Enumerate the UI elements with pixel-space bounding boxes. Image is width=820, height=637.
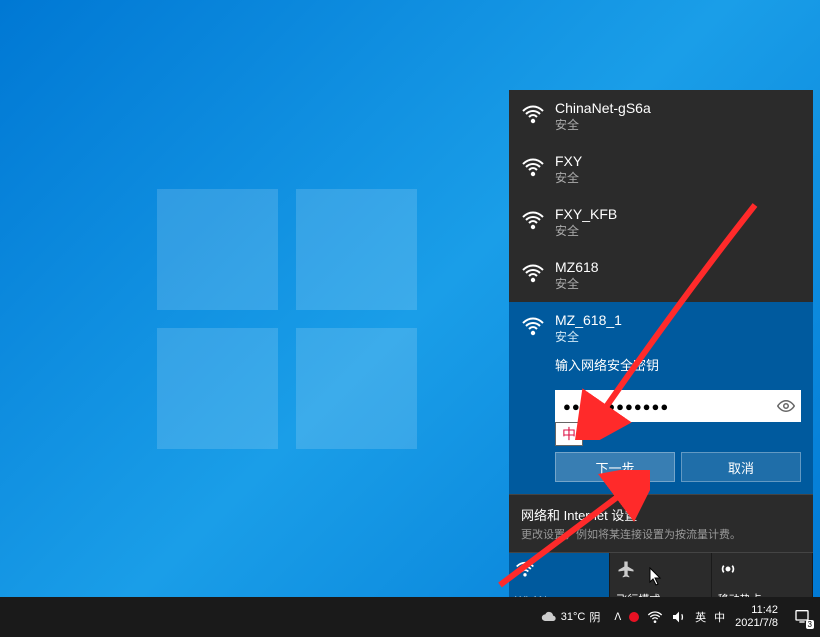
logo-quadrant xyxy=(296,189,417,310)
wifi-signal-icon xyxy=(521,314,545,338)
cancel-button[interactable]: 取消 xyxy=(681,452,801,482)
wifi-name: FXY xyxy=(555,153,801,169)
logo-quadrant xyxy=(157,189,278,310)
taskbar-weather[interactable]: 31°C 阴 xyxy=(533,609,609,625)
logo-quadrant xyxy=(157,328,278,449)
taskbar: 31°C 阴 ᐱ 英 中 11:42 2021/7/8 3 xyxy=(0,597,820,637)
taskbar-clock[interactable]: 11:42 2021/7/8 xyxy=(731,604,782,630)
windows-logo xyxy=(157,189,417,449)
wifi-signal-icon xyxy=(521,102,545,126)
ime-badge[interactable]: 中 xyxy=(555,422,583,446)
volume-tray-icon[interactable] xyxy=(671,609,687,625)
wifi-security-label: 安全 xyxy=(555,116,801,133)
wifi-network-item[interactable]: FXY_KFB 安全 xyxy=(509,196,813,249)
wifi-security-label: 安全 xyxy=(555,328,801,345)
weather-condition: 阴 xyxy=(589,609,600,625)
password-value-masked: ●●●●●●●●●●●● xyxy=(563,399,669,414)
show-password-icon[interactable] xyxy=(777,397,795,415)
action-center-button[interactable]: 3 xyxy=(788,608,816,627)
network-settings-link[interactable]: 网络和 Internet 设置 更改设置，例如将某连接设置为按流量计费。 xyxy=(509,494,813,552)
hotspot-icon xyxy=(718,559,738,579)
wifi-network-item[interactable]: ChinaNet-gS6a 安全 xyxy=(509,90,813,143)
notification-badge: 3 xyxy=(806,620,814,629)
clock-time: 11:42 xyxy=(735,604,778,617)
wifi-icon xyxy=(515,559,535,579)
recording-indicator-icon[interactable] xyxy=(629,612,639,622)
cloud-icon xyxy=(541,609,557,625)
wifi-signal-icon xyxy=(521,261,545,285)
cancel-button-label: 取消 xyxy=(728,458,754,477)
wifi-security-label: 安全 xyxy=(555,169,801,186)
wifi-security-label: 安全 xyxy=(555,222,801,239)
tray-chevron-icon[interactable]: ᐱ xyxy=(614,612,621,623)
wifi-network-item-selected[interactable]: MZ_618_1 安全 xyxy=(509,302,813,355)
wifi-name: ChinaNet-gS6a xyxy=(555,100,801,116)
wifi-signal-icon xyxy=(521,155,545,179)
wifi-flyout-panel: ChinaNet-gS6a 安全 FXY 安全 FXY_KFB 安全 MZ618… xyxy=(509,90,813,613)
password-prompt-label: 输入网络安全密钥 xyxy=(555,355,801,374)
wifi-name: MZ_618_1 xyxy=(555,312,801,328)
wifi-security-label: 安全 xyxy=(555,275,801,292)
password-input[interactable]: ●●●●●●●●●●●● xyxy=(555,390,801,422)
next-button[interactable]: 下一步 xyxy=(555,452,675,482)
wifi-network-item[interactable]: FXY 安全 xyxy=(509,143,813,196)
wifi-signal-icon xyxy=(521,208,545,232)
system-tray: ᐱ 英 中 xyxy=(614,609,725,625)
wifi-network-item[interactable]: MZ618 安全 xyxy=(509,249,813,302)
settings-title: 网络和 Internet 设置 xyxy=(521,505,801,524)
wifi-name: MZ618 xyxy=(555,259,801,275)
weather-temp: 31°C xyxy=(561,611,586,623)
airplane-icon xyxy=(616,559,636,579)
wifi-tray-icon[interactable] xyxy=(647,609,663,625)
logo-quadrant xyxy=(296,328,417,449)
ime-indicator-2[interactable]: 中 xyxy=(714,609,725,625)
ime-indicator-1[interactable]: 英 xyxy=(695,609,706,625)
wifi-name: FXY_KFB xyxy=(555,206,801,222)
next-button-label: 下一步 xyxy=(595,458,634,477)
settings-subtitle: 更改设置，例如将某连接设置为按流量计费。 xyxy=(521,526,801,542)
clock-date: 2021/7/8 xyxy=(735,617,778,630)
